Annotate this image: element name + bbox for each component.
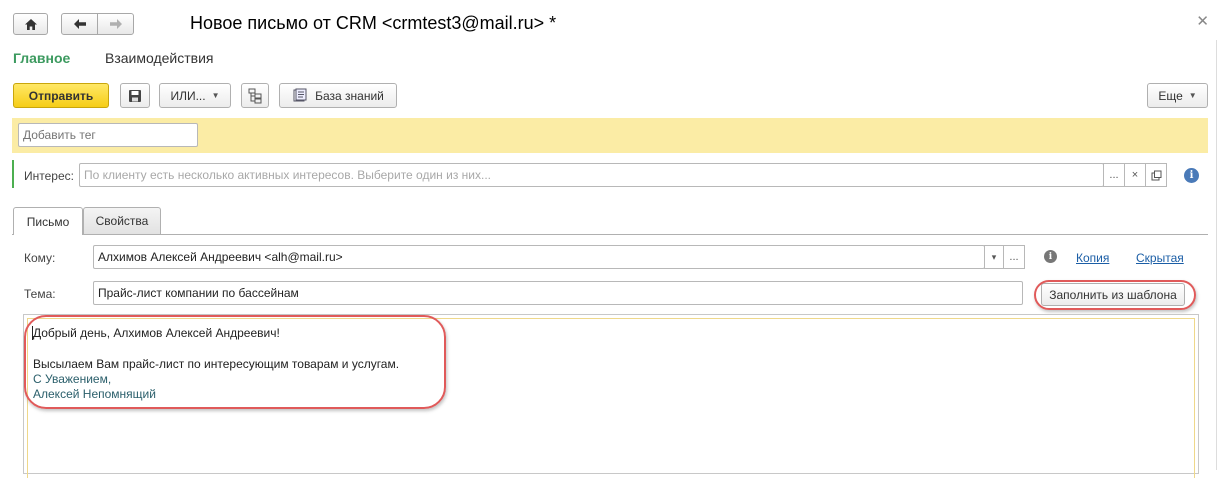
tab-divider bbox=[12, 234, 1208, 235]
interest-label: Интерес: bbox=[24, 169, 74, 183]
floppy-disk-icon bbox=[129, 89, 141, 102]
body-line-regards: С Уважением, bbox=[33, 372, 112, 386]
copy-link[interactable]: Копия bbox=[1076, 251, 1109, 265]
to-dropdown-button[interactable]: ▾ bbox=[984, 245, 1004, 269]
fill-from-template-button[interactable]: Заполнить из шаблона bbox=[1041, 283, 1185, 306]
info-icon[interactable]: i bbox=[1044, 250, 1057, 263]
close-icon[interactable]: ✕ bbox=[1196, 12, 1209, 30]
interest-select-button[interactable]: ... bbox=[1103, 163, 1125, 187]
editor-frame bbox=[27, 318, 1195, 478]
tab-letter[interactable]: Письмо bbox=[13, 207, 83, 235]
arrow-left-icon bbox=[73, 19, 86, 29]
hidden-copy-link[interactable]: Скрытая bbox=[1136, 251, 1184, 265]
chevron-down-icon: ▼ bbox=[211, 91, 220, 100]
fill-from-template-label: Заполнить из шаблона bbox=[1049, 287, 1177, 302]
to-field[interactable]: Алхимов Алексей Андреевич <alh@mail.ru> bbox=[93, 245, 985, 269]
interest-open-button[interactable] bbox=[1145, 163, 1167, 187]
body-line-signature: Алексей Непомнящий bbox=[33, 387, 156, 401]
to-label: Кому: bbox=[24, 251, 56, 265]
knowledge-base-button[interactable]: База знаний bbox=[279, 83, 397, 108]
back-button[interactable] bbox=[61, 13, 98, 35]
info-icon[interactable]: i bbox=[1184, 168, 1199, 183]
body-line-message: Высылаем Вам прайс-лист по интересующим … bbox=[33, 357, 400, 371]
structure-icon bbox=[248, 88, 262, 103]
section-main[interactable]: Главное bbox=[13, 50, 70, 66]
interest-field[interactable]: По клиенту есть несколько активных интер… bbox=[79, 163, 1104, 187]
window-title: Новое письмо от CRM <crmtest3@mail.ru> * bbox=[190, 13, 557, 33]
more-button[interactable]: Еще ▼ bbox=[1147, 83, 1208, 108]
subject-label: Тема: bbox=[24, 287, 56, 301]
save-button[interactable] bbox=[120, 83, 150, 108]
send-button[interactable]: Отправить bbox=[13, 83, 109, 108]
open-icon bbox=[1151, 170, 1161, 180]
home-button[interactable] bbox=[13, 13, 48, 35]
window-scrollbar[interactable] bbox=[1216, 40, 1217, 470]
or-menu-button[interactable]: ИЛИ... ▼ bbox=[159, 83, 231, 108]
required-marker bbox=[12, 160, 14, 188]
knowledge-base-label: База знаний bbox=[315, 88, 384, 103]
interest-clear-button[interactable]: × bbox=[1124, 163, 1146, 187]
more-button-label: Еще bbox=[1158, 88, 1183, 103]
subject-field[interactable]: Прайс-лист компании по бассейнам bbox=[93, 281, 1023, 305]
section-interactions[interactable]: Взаимодействия bbox=[105, 50, 214, 66]
to-select-button[interactable]: ... bbox=[1003, 245, 1025, 269]
structure-button[interactable] bbox=[241, 83, 269, 108]
book-icon bbox=[293, 88, 307, 102]
or-menu-label: ИЛИ... bbox=[170, 88, 206, 103]
chevron-down-icon: ▼ bbox=[1188, 91, 1197, 100]
home-icon bbox=[24, 18, 37, 30]
body-line-greeting: Добрый день, Алхимов Алексей Андреевич! bbox=[33, 326, 280, 340]
chevron-down-icon: ▾ bbox=[991, 251, 997, 262]
send-button-label: Отправить bbox=[28, 88, 94, 103]
add-tag-input[interactable] bbox=[18, 123, 198, 147]
forward-button[interactable] bbox=[97, 13, 134, 35]
tab-properties[interactable]: Свойства bbox=[83, 207, 161, 234]
arrow-right-icon bbox=[109, 19, 122, 29]
